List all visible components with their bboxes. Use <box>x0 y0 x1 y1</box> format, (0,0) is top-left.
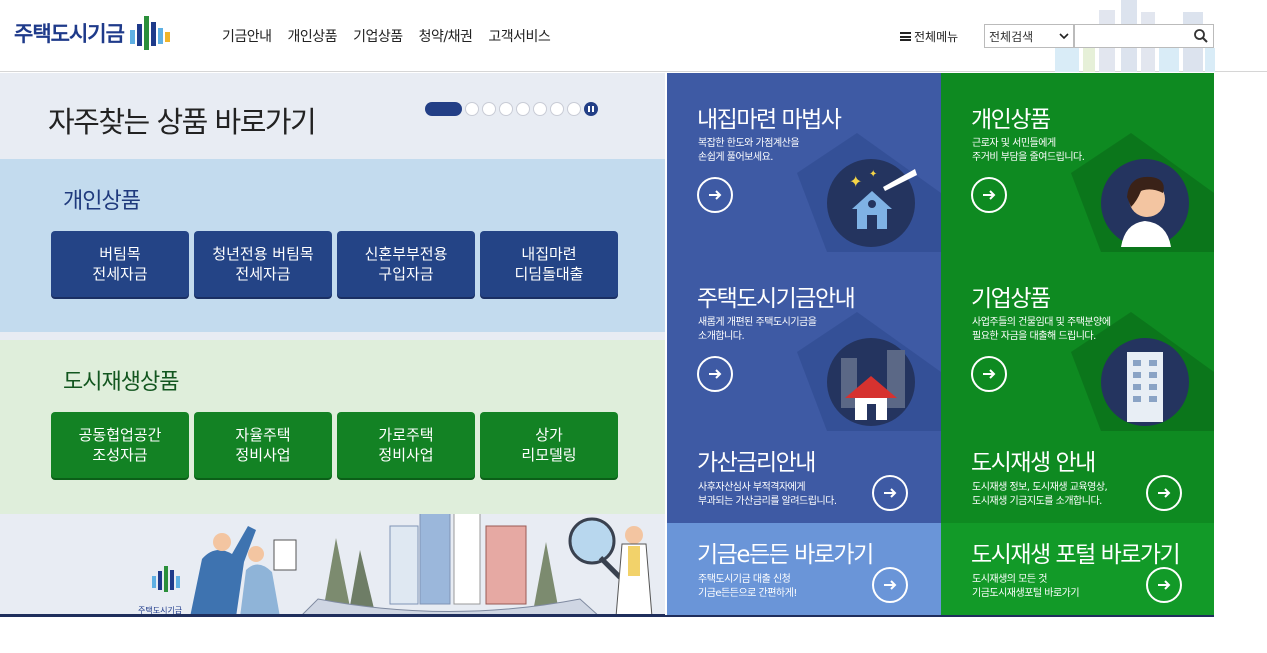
product-button-youth-beotimmok[interactable]: 청년전용 버팀목 전세자금 <box>194 231 332 297</box>
arrow-right-icon[interactable] <box>971 356 1007 392</box>
product-button-autonomous-housing[interactable]: 자율주택 정비사업 <box>194 412 332 478</box>
tile-desc: 사업주들의 건물임대 및 주택분양에 필요한 자금을 대출해 드립니다. <box>972 317 1111 342</box>
city-house-icon <box>827 338 915 426</box>
arrow-right-icon[interactable] <box>872 567 908 603</box>
arrow-right-icon[interactable] <box>1146 475 1182 511</box>
site-logo[interactable]: 주택도시기금 <box>14 16 170 50</box>
search-icon[interactable] <box>1192 27 1210 45</box>
logo-mark-icon <box>129 16 170 50</box>
pager-active[interactable] <box>425 102 462 116</box>
nav-fund-info[interactable]: 기금안내 <box>222 26 272 46</box>
pager-dot[interactable] <box>516 102 530 116</box>
pager-dot[interactable] <box>567 102 581 116</box>
tile-desc: 새롭게 개편된 주택도시기금을 소개합니다. <box>698 317 817 342</box>
urban-products-title: 도시재생상품 <box>63 370 179 395</box>
quick-links-title: 자주찾는 상품 바로가기 <box>48 105 317 139</box>
service-tiles: 내집마련 마법사 복잡한 한도와 가점계산을 손쉽게 풀어보세요. ✦ ✦ 개인… <box>667 73 1214 617</box>
tile-desc: 사후자산심사 부적격자에게 부과되는 가산금리를 알려드립니다. <box>698 482 837 507</box>
product-button-street-housing[interactable]: 가로주택 정비사업 <box>337 412 475 478</box>
tile-desc: 근로자 및 서민들에게 주거비 부담을 줄여드립니다. <box>972 138 1085 163</box>
product-button-coworking[interactable]: 공동협업공간 조성자금 <box>51 412 189 478</box>
tile-desc: 도시재생 정보, 도시재생 교육영상, 도시재생 기금지도를 소개합니다. <box>972 482 1108 507</box>
tile-title: 내집마련 마법사 <box>697 107 842 133</box>
header: 주택도시기금 기금안내 개인상품 기업상품 청약/채권 고객서비스 전체메뉴 전… <box>0 0 1267 72</box>
section-divider <box>0 615 1214 617</box>
tile-desc: 주택도시기금 대출 신청 기금e든든으로 간편하게! <box>698 574 797 599</box>
city-planning-illustration: 주택도시기금 <box>0 514 665 617</box>
tile-fund-e-deunden[interactable]: 기금e든든 바로가기 주택도시기금 대출 신청 기금e든든으로 간편하게! <box>667 523 941 617</box>
office-building-icon <box>1101 338 1189 426</box>
all-menu-button[interactable]: 전체메뉴 <box>900 28 958 45</box>
personal-products-title: 개인상품 <box>63 189 141 214</box>
svg-text:✦: ✦ <box>849 172 862 191</box>
product-button-didimdol[interactable]: 내집마련 디딤돌대출 <box>480 231 618 297</box>
pager-dot[interactable] <box>550 102 564 116</box>
arrow-right-icon[interactable] <box>697 356 733 392</box>
logo-text: 주택도시기금 <box>14 22 125 46</box>
main-nav: 기금안내 개인상품 기업상품 청약/채권 고객서비스 <box>222 26 551 46</box>
arrow-right-icon[interactable] <box>697 177 733 213</box>
nav-customer-service[interactable]: 고객서비스 <box>488 26 550 46</box>
tile-title: 기금e든든 바로가기 <box>697 542 874 568</box>
hamburger-icon <box>900 32 911 41</box>
tile-corporate-products[interactable]: 기업상품 사업주들의 건물임대 및 주택분양에 필요한 자금을 대출해 드립니다… <box>941 252 1214 431</box>
urban-products-section: 도시재생상품 공동협업공간 조성자금 자율주택 정비사업 가로주택 정비사업 상… <box>0 340 665 514</box>
product-button-beotimmok[interactable]: 버팀목 전세자금 <box>51 231 189 297</box>
personal-products-section: 개인상품 버팀목 전세자금 청년전용 버팀목 전세자금 신혼부부전용 구입자금 … <box>0 159 665 332</box>
pager-dot[interactable] <box>465 102 479 116</box>
tile-desc: 복잡한 한도와 가점계산을 손쉽게 풀어보세요. <box>698 138 800 163</box>
personal-products-buttons: 버팀목 전세자금 청년전용 버팀목 전세자금 신혼부부전용 구입자금 내집마련 … <box>51 231 618 297</box>
pager-dot[interactable] <box>533 102 547 116</box>
tile-additional-interest[interactable]: 가산금리안내 사후자산심사 부적격자에게 부과되는 가산금리를 알려드립니다. <box>667 431 941 523</box>
svg-text:✦: ✦ <box>869 169 877 180</box>
urban-products-buttons: 공동협업공간 조성자금 자율주택 정비사업 가로주택 정비사업 상가 리모델링 <box>51 412 618 478</box>
tile-title: 도시재생 안내 <box>971 450 1096 476</box>
tile-title: 주택도시기금안내 <box>697 286 856 312</box>
tile-personal-products[interactable]: 개인상품 근로자 및 서민들에게 주거비 부담을 줄여드립니다. <box>941 73 1214 252</box>
chevron-down-icon <box>1059 33 1069 40</box>
all-menu-label: 전체메뉴 <box>914 30 959 44</box>
tile-desc: 도시재생의 모든 것 기금도시재생포털 바로가기 <box>972 574 1080 599</box>
arrow-right-icon[interactable] <box>872 475 908 511</box>
tile-title: 기업상품 <box>971 286 1051 312</box>
slide-pager <box>425 102 598 116</box>
tile-urban-regeneration-guide[interactable]: 도시재생 안내 도시재생 정보, 도시재생 교육영상, 도시재생 기금지도를 소… <box>941 431 1214 523</box>
magic-house-icon: ✦ ✦ <box>827 159 917 247</box>
search-category-value: 전체검색 <box>989 29 1034 44</box>
product-button-shop-remodel[interactable]: 상가 리모델링 <box>480 412 618 478</box>
tile-home-buying-wizard[interactable]: 내집마련 마법사 복잡한 한도와 가점계산을 손쉽게 풀어보세요. ✦ ✦ <box>667 73 941 252</box>
svg-text:주택도시기금: 주택도시기금 <box>138 605 182 615</box>
nav-subscription-bonds[interactable]: 청약/채권 <box>419 26 473 46</box>
pager-dot[interactable] <box>482 102 496 116</box>
tile-title: 가산금리안내 <box>697 450 816 476</box>
nav-personal-products[interactable]: 개인상품 <box>288 26 338 46</box>
arrow-right-icon[interactable] <box>1146 567 1182 603</box>
product-button-newlywed-purchase[interactable]: 신혼부부전용 구입자금 <box>337 231 475 297</box>
pager-dot[interactable] <box>499 102 513 116</box>
tile-urban-regeneration-portal[interactable]: 도시재생 포털 바로가기 도시재생의 모든 것 기금도시재생포털 바로가기 <box>941 523 1214 617</box>
pause-icon[interactable] <box>584 102 598 116</box>
tile-fund-guide[interactable]: 주택도시기금안내 새롭게 개편된 주택도시기금을 소개합니다. <box>667 252 941 431</box>
quick-links-panel: 자주찾는 상품 바로가기 개인상품 버팀목 전세자금 청년전용 버팀목 전세자금… <box>0 73 665 617</box>
search-category-select[interactable]: 전체검색 <box>984 24 1074 48</box>
arrow-right-icon[interactable] <box>971 177 1007 213</box>
nav-corporate-products[interactable]: 기업상품 <box>353 26 403 46</box>
person-icon <box>1101 159 1189 247</box>
tile-title: 도시재생 포털 바로가기 <box>971 542 1181 568</box>
tile-title: 개인상품 <box>971 107 1051 133</box>
